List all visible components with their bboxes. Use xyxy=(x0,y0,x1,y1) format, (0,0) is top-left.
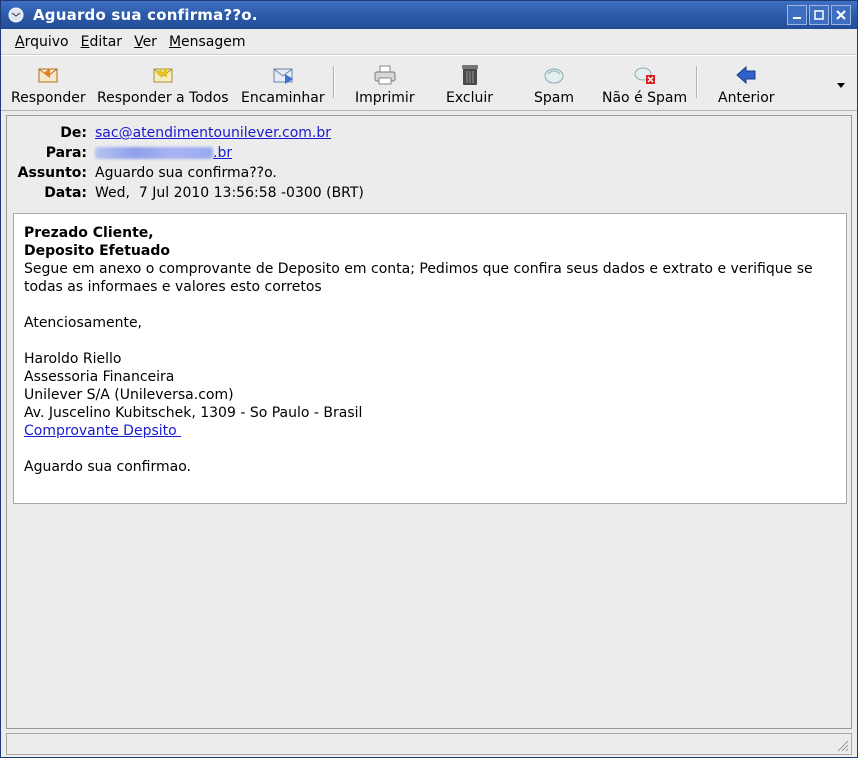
maximize-icon xyxy=(814,10,824,20)
spam-label: Spam xyxy=(534,90,574,106)
to-address-link[interactable]: .br xyxy=(95,145,232,161)
receipt-link[interactable]: Comprovante Depsito xyxy=(24,423,181,439)
status-bar xyxy=(6,733,852,755)
close-button[interactable] xyxy=(831,5,851,25)
closing-text: Atenciosamente, xyxy=(24,315,143,331)
reply-button[interactable]: Responder xyxy=(11,62,86,110)
body-line-1: Segue em anexo o comprovante de Deposito… xyxy=(24,261,813,277)
print-label: Imprimir xyxy=(355,90,415,106)
toolbar: Responder Responder a Todos Encaminhar I… xyxy=(1,55,857,111)
reply-label: Responder xyxy=(11,90,86,106)
toolbar-separator xyxy=(696,66,698,98)
window-title: Aguardo sua confirma??o. xyxy=(33,6,258,24)
body-line-2: todas as informaes e valores esto corret… xyxy=(24,279,322,295)
header-date: Data: Wed, 7 Jul 2010 13:56:58 -0300 (BR… xyxy=(7,183,364,203)
menu-arquivo-mnemonic: A xyxy=(15,33,25,50)
header-to: Para: .br xyxy=(7,143,232,163)
reply-icon xyxy=(35,62,61,88)
menu-bar: Arquivo Editar Ver Mensagem xyxy=(1,29,857,55)
message-body[interactable]: Prezado Cliente, Deposito Efetuado Segue… xyxy=(13,213,847,504)
previous-button[interactable]: Anterior xyxy=(718,62,775,110)
minimize-icon xyxy=(793,17,801,19)
reply-all-button[interactable]: Responder a Todos xyxy=(97,62,229,110)
maximize-button[interactable] xyxy=(809,5,829,25)
subject-value: Aguardo sua confirma??o. xyxy=(95,165,277,181)
spam-icon xyxy=(541,62,567,88)
date-value: Wed, 7 Jul 2010 13:56:58 -0300 (BRT) xyxy=(95,185,364,201)
heading-text: Deposito Efetuado xyxy=(24,243,170,259)
toolbar-overflow-button[interactable] xyxy=(835,78,847,88)
mail-app-icon xyxy=(7,6,25,24)
from-label: De: xyxy=(60,125,87,141)
reply-all-label: Responder a Todos xyxy=(97,90,229,106)
header-subject: Assunto: Aguardo sua confirma??o. xyxy=(7,163,277,183)
delete-label: Excluir xyxy=(446,90,493,106)
minimize-button[interactable] xyxy=(787,5,807,25)
final-text: Aguardo sua confirmao. xyxy=(24,459,191,475)
subject-label: Assunto: xyxy=(17,165,87,181)
menu-mensagem-label: ensagem xyxy=(181,33,246,50)
delete-button[interactable]: Excluir xyxy=(446,62,493,110)
chevron-down-icon xyxy=(837,83,845,88)
menu-editar-label: ditar xyxy=(89,33,123,50)
previous-label: Anterior xyxy=(718,90,775,106)
not-spam-label: Não é Spam xyxy=(602,90,688,106)
to-label: Para: xyxy=(45,145,87,161)
forward-icon xyxy=(270,62,296,88)
email-window: Aguardo sua confirma??o. Arquivo Editar … xyxy=(0,0,858,758)
to-address-suffix: .br xyxy=(213,145,233,161)
resize-grip-icon[interactable] xyxy=(835,738,849,752)
menu-mensagem-mnemonic: M xyxy=(168,33,182,50)
menu-mensagem[interactable]: Mensagem xyxy=(163,34,252,50)
menu-editar[interactable]: Editar xyxy=(75,34,128,50)
not-spam-button[interactable]: Não é Spam xyxy=(602,62,687,110)
date-label: Data: xyxy=(44,185,87,201)
signature-company: Unilever S/A (Unileversa.com) xyxy=(24,387,234,403)
forward-label: Encaminhar xyxy=(241,90,325,106)
title-bar[interactable]: Aguardo sua confirma??o. xyxy=(1,1,857,29)
spam-button[interactable]: Spam xyxy=(534,62,574,110)
greeting-text: Prezado Cliente, xyxy=(24,225,154,241)
signature-name: Haroldo Riello xyxy=(24,351,122,367)
signature-title: Assessoria Financeira xyxy=(24,369,175,385)
signature-address: Av. Juscelino Kubitschek, 1309 - So Paul… xyxy=(24,405,363,421)
menu-ver[interactable]: Ver xyxy=(128,34,163,50)
menu-arquivo-label: rquivo xyxy=(24,33,69,50)
from-address-link[interactable]: sac@atendimentounilever.com.br xyxy=(95,125,331,141)
menu-ver-label: er xyxy=(142,33,157,50)
message-view: De: sac@atendimentounilever.com.br Para:… xyxy=(6,115,852,729)
toolbar-separator xyxy=(333,66,335,98)
close-icon xyxy=(836,10,846,20)
reply-all-icon xyxy=(150,62,176,88)
redacted-address xyxy=(95,147,213,159)
back-arrow-icon xyxy=(733,62,759,88)
forward-button[interactable]: Encaminhar xyxy=(241,62,325,110)
print-button[interactable]: Imprimir xyxy=(355,62,415,110)
menu-ver-mnemonic: V xyxy=(134,33,143,50)
not-spam-icon xyxy=(632,62,658,88)
header-from: De: sac@atendimentounilever.com.br xyxy=(7,123,331,143)
trash-icon xyxy=(457,62,483,88)
menu-arquivo[interactable]: Arquivo xyxy=(9,34,75,50)
printer-icon xyxy=(372,62,398,88)
